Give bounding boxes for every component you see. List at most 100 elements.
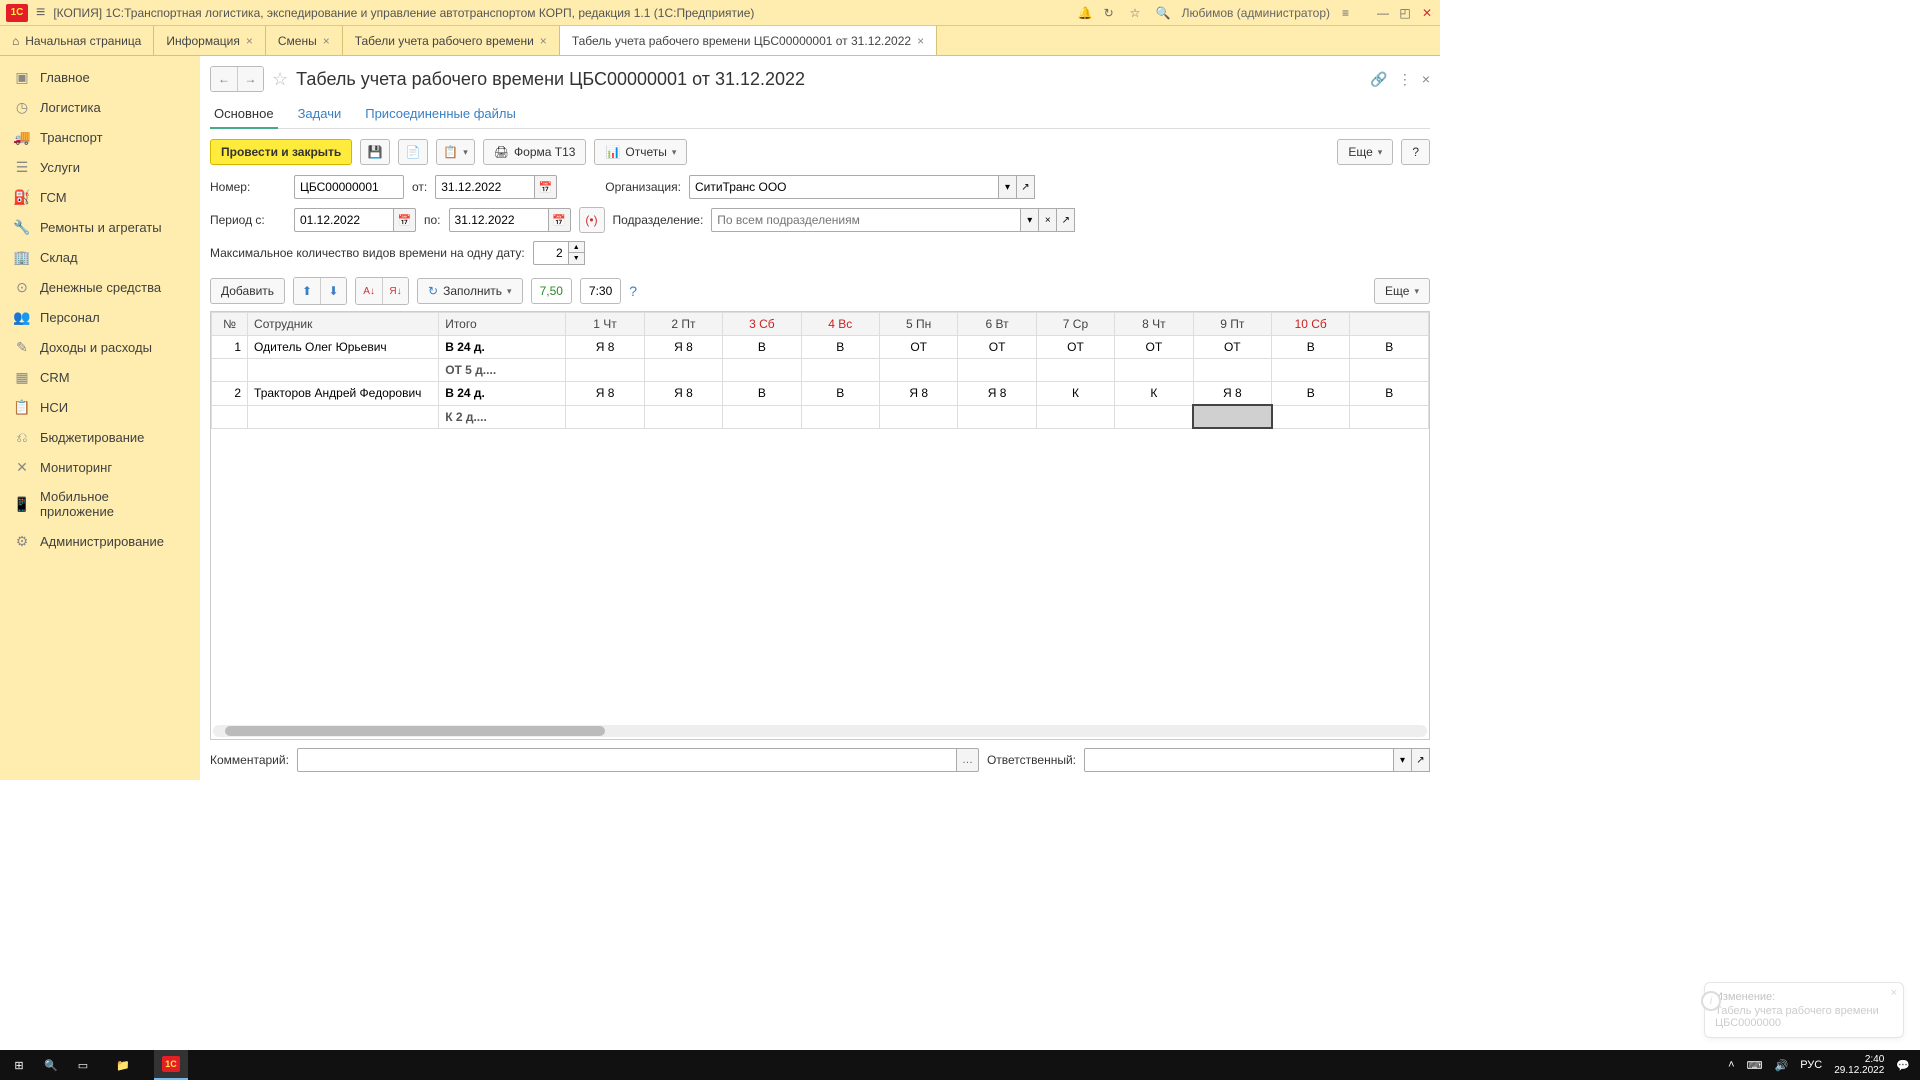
search-icon[interactable]: 🔍 — [1156, 6, 1170, 20]
sort-desc-button[interactable]: Я↓ — [382, 278, 408, 304]
col-day-5[interactable]: 5 Пн — [879, 313, 957, 336]
nav-admin[interactable]: ⚙Администрирование — [0, 526, 200, 556]
nav-money[interactable]: ⊙Денежные средства — [0, 272, 200, 302]
tray-notification-icon[interactable]: 💬 — [1896, 1059, 1910, 1072]
nav-main[interactable]: ▣Главное — [0, 62, 200, 92]
close-icon[interactable]: × — [246, 34, 253, 48]
user-label[interactable]: Любимов (администратор) — [1182, 6, 1330, 20]
nav-income[interactable]: ✎Доходы и расходы — [0, 332, 200, 362]
taskview-icon[interactable]: ▭ — [74, 1056, 92, 1074]
period-select-button[interactable]: (•) — [579, 207, 605, 233]
nav-services[interactable]: ☰Услуги — [0, 152, 200, 182]
max-types-input[interactable] — [533, 241, 569, 265]
tray-keyboard-icon[interactable]: ⌨ — [1747, 1059, 1763, 1072]
nav-mobile[interactable]: 📱Мобильное приложение — [0, 482, 200, 526]
col-day-8[interactable]: 8 Чт — [1115, 313, 1193, 336]
help-button[interactable]: ? — [1401, 139, 1430, 165]
ellipsis-icon[interactable]: … — [957, 748, 979, 772]
responsible-input[interactable] — [1084, 748, 1394, 772]
table-more-button[interactable]: Еще▾ — [1374, 278, 1430, 304]
nav-budget[interactable]: ⎌Бюджетирование — [0, 422, 200, 452]
spinner-up[interactable]: ▲ — [569, 241, 585, 253]
col-day-10[interactable]: 10 Сб — [1272, 313, 1350, 336]
dept-input[interactable] — [711, 208, 1021, 232]
nav-warehouse[interactable]: 🏢Склад — [0, 242, 200, 272]
calendar-icon[interactable]: 📅 — [394, 208, 416, 232]
notification-toast[interactable]: i × Изменение: Табель учета рабочего вре… — [1704, 982, 1904, 1038]
open-icon[interactable]: ↗ — [1057, 208, 1075, 232]
restore-button[interactable]: ◰ — [1398, 6, 1412, 20]
number-input[interactable] — [294, 175, 404, 199]
period-from-input[interactable] — [294, 208, 394, 232]
calendar-icon[interactable]: 📅 — [535, 175, 557, 199]
close-icon[interactable]: × — [917, 34, 924, 48]
col-day-7[interactable]: 7 Ср — [1036, 313, 1114, 336]
nav-personnel[interactable]: 👥Персонал — [0, 302, 200, 332]
nav-repairs[interactable]: 🔧Ремонты и агрегаты — [0, 212, 200, 242]
period-to-input[interactable] — [449, 208, 549, 232]
col-number[interactable]: № — [212, 313, 248, 336]
date-from-input[interactable] — [435, 175, 535, 199]
post-button[interactable]: 📄 — [398, 139, 428, 165]
nav-logistics[interactable]: ◷Логистика — [0, 92, 200, 122]
fill-button[interactable]: ↻Заполнить▾ — [417, 278, 523, 304]
comment-input[interactable] — [297, 748, 957, 772]
subtab-files[interactable]: Присоединенные файлы — [361, 100, 520, 128]
search-taskbar-icon[interactable]: 🔍 — [42, 1056, 60, 1074]
spinner-down[interactable]: ▼ — [569, 253, 585, 265]
settings-icon[interactable]: ≡ — [1342, 6, 1356, 20]
close-button[interactable]: ✕ — [1420, 6, 1434, 20]
star-icon[interactable]: ☆ — [1130, 6, 1144, 20]
menu-icon[interactable]: ≡ — [36, 4, 45, 22]
table-row[interactable]: 1 Одитель Олег Юрьевич В 24 д. Я 8 Я 8 В… — [212, 336, 1429, 359]
add-button[interactable]: Добавить — [210, 278, 285, 304]
h-scrollbar[interactable] — [213, 725, 1427, 737]
sort-asc-button[interactable]: A↓ — [356, 278, 382, 304]
move-down-button[interactable]: ⬇ — [320, 278, 346, 304]
dropdown-icon[interactable]: ▾ — [1021, 208, 1039, 232]
tray-lang[interactable]: РУС — [1800, 1059, 1822, 1071]
reports-button[interactable]: 📊Отчеты▾ — [594, 139, 687, 165]
nav-crm[interactable]: ▦CRM — [0, 362, 200, 392]
hours-value-1[interactable]: 7,50 — [531, 278, 572, 304]
favorite-icon[interactable]: ☆ — [272, 69, 288, 90]
open-icon[interactable]: ↗ — [1412, 748, 1430, 772]
subtab-main[interactable]: Основное — [210, 100, 278, 129]
back-button[interactable]: ← — [211, 67, 237, 91]
tab-timesheets[interactable]: Табели учета рабочего времени× — [343, 26, 560, 55]
tab-timesheet-doc[interactable]: Табель учета рабочего времени ЦБС0000000… — [560, 26, 937, 55]
create-from-button[interactable]: 📋▾ — [436, 139, 474, 165]
col-day-11[interactable] — [1350, 313, 1429, 336]
col-day-2[interactable]: 2 Пт — [644, 313, 722, 336]
close-icon[interactable]: × — [323, 34, 330, 48]
help-icon[interactable]: ? — [629, 283, 637, 299]
dropdown-icon[interactable]: ▾ — [1394, 748, 1412, 772]
save-button[interactable]: 💾 — [360, 139, 390, 165]
tab-info[interactable]: Информация× — [154, 26, 266, 55]
table-row-sub[interactable]: К 2 д.... — [212, 405, 1429, 428]
bell-icon[interactable]: 🔔 — [1078, 6, 1092, 20]
close-icon[interactable]: × — [540, 34, 547, 48]
col-total[interactable]: Итого — [439, 313, 566, 336]
taskbar-clock[interactable]: 2:40 29.12.2022 — [1834, 1054, 1884, 1076]
nav-transport[interactable]: 🚚Транспорт — [0, 122, 200, 152]
close-icon[interactable]: × — [1891, 987, 1897, 999]
calendar-icon[interactable]: 📅 — [549, 208, 571, 232]
nav-fuel[interactable]: ⛽ГСМ — [0, 182, 200, 212]
col-employee[interactable]: Сотрудник — [248, 313, 439, 336]
scrollbar-thumb[interactable] — [225, 726, 605, 736]
subtab-tasks[interactable]: Задачи — [294, 100, 346, 128]
nav-nsi[interactable]: 📋НСИ — [0, 392, 200, 422]
1c-taskbar-icon[interactable]: 1C — [154, 1050, 188, 1080]
dropdown-icon[interactable]: ▾ — [999, 175, 1017, 199]
close-page-button[interactable]: × — [1422, 71, 1430, 88]
minimize-button[interactable]: — — [1376, 6, 1390, 20]
start-button[interactable]: ⊞ — [10, 1056, 28, 1074]
open-icon[interactable]: ↗ — [1017, 175, 1035, 199]
clear-icon[interactable]: × — [1039, 208, 1057, 232]
table-row-sub[interactable]: ОТ 5 д.... — [212, 359, 1429, 382]
link-icon[interactable]: 🔗 — [1370, 71, 1387, 88]
org-input[interactable] — [689, 175, 999, 199]
more-icon[interactable]: ⋮ — [1398, 71, 1412, 88]
more-button[interactable]: Еще▾ — [1337, 139, 1393, 165]
